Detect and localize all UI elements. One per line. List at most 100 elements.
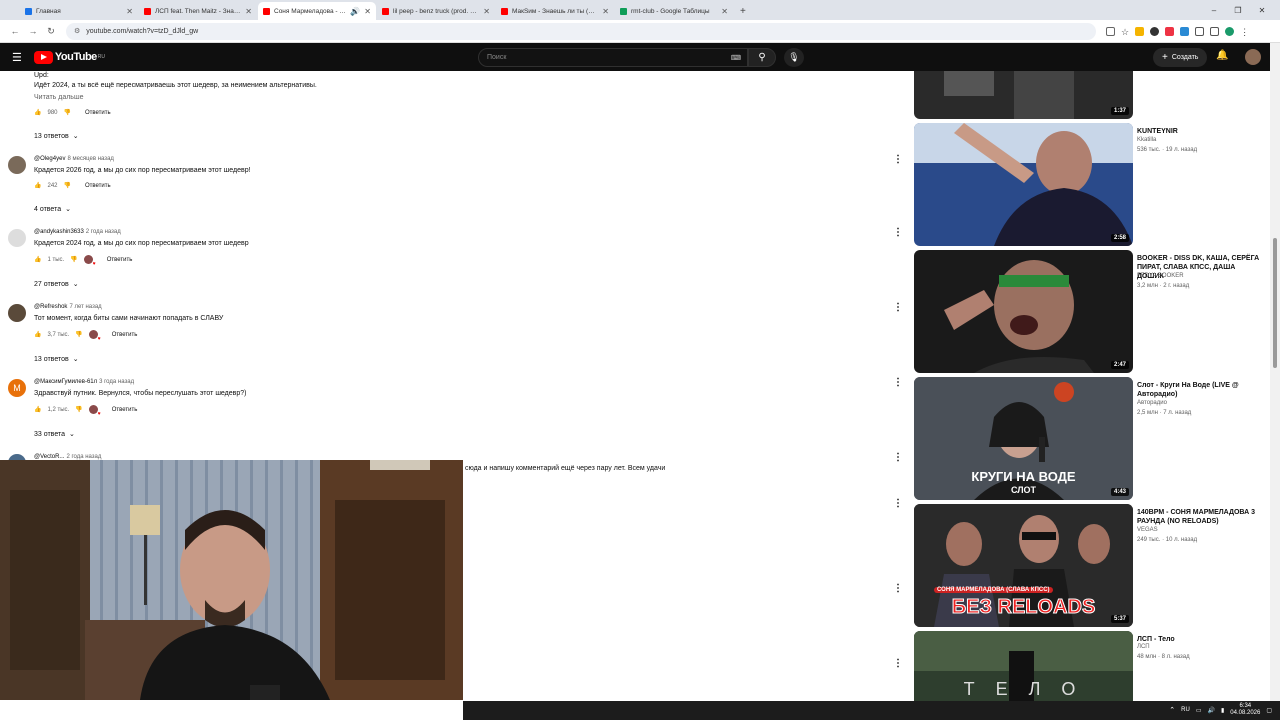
page-scrollbar[interactable]	[1270, 43, 1280, 701]
comment-age[interactable]: 8 месяцев назад	[67, 156, 113, 162]
extension-icon[interactable]	[1135, 26, 1145, 36]
related-video[interactable]: Т Е Л О ЛСП - Тело ЛСП 48 млн · 8 л. наз…	[914, 631, 1264, 701]
reply-button[interactable]: Ответить	[107, 257, 133, 263]
replies-toggle[interactable]: 4 ответа ⌄	[34, 205, 71, 214]
related-video[interactable]: КРУГИ НА ВОДЕ СЛОТ 4:43 Слот - Круги На …	[914, 377, 1264, 500]
reply-button[interactable]: Ответить	[85, 183, 111, 189]
channel-name[interactable]: Авторадио	[1137, 400, 1167, 406]
reply-button[interactable]: Ответить	[112, 332, 138, 338]
more-options-icon[interactable]: ⋮	[893, 498, 903, 509]
dislike-icon[interactable]: 👎	[64, 182, 71, 189]
language-indicator[interactable]: RU	[1181, 707, 1190, 713]
notifications-icon[interactable]: ▢	[1266, 707, 1272, 714]
close-tab-icon[interactable]: ✕	[245, 7, 252, 16]
extension-icon[interactable]	[1150, 26, 1160, 36]
close-window-button[interactable]: ✕	[1252, 6, 1272, 15]
close-tab-icon[interactable]: ✕	[483, 7, 490, 16]
comment-author[interactable]: @МаксимГумилев-61л	[34, 379, 97, 385]
dislike-icon[interactable]: 👎	[75, 331, 82, 338]
clock[interactable]: 6:34 04.08.2026	[1230, 703, 1260, 717]
avatar[interactable]	[8, 229, 26, 247]
video-title[interactable]: 140BPM - СОНЯ МАРМЕЛАДОВА 3 РАУНДА (NO R…	[1137, 508, 1262, 526]
avatar[interactable]	[8, 156, 26, 174]
search-button[interactable]: ⚲	[748, 48, 776, 67]
video-thumbnail[interactable]: Т Е Л О	[914, 631, 1133, 701]
video-thumbnail[interactable]: 2:47	[914, 250, 1133, 373]
comment-age[interactable]: 3 года назад	[99, 379, 134, 385]
browser-tab[interactable]: rmt-club - Google Таблицы ✕	[615, 2, 733, 20]
comment-author[interactable]: @andykashin3633	[34, 229, 84, 235]
video-thumbnail[interactable]: СОНЯ МАРМЕЛАДОВА (СЛАВА КПСС) БЕЗ RELOAD…	[914, 504, 1133, 627]
install-app-icon[interactable]	[1106, 26, 1115, 36]
site-info-icon[interactable]: ⚙	[74, 27, 80, 35]
close-tab-icon[interactable]: ✕	[364, 7, 371, 16]
new-tab-button[interactable]: +	[734, 2, 752, 20]
video-title[interactable]: ЛСП - Тело	[1137, 635, 1262, 644]
speaker-icon[interactable]: 🔊	[350, 7, 360, 16]
minimize-button[interactable]: –	[1204, 6, 1224, 15]
dislike-icon[interactable]: 👎	[64, 109, 71, 116]
video-title[interactable]: Слот - Круги На Воде (LIVE @ Авторадио)	[1137, 381, 1262, 399]
reply-button[interactable]: Ответить	[112, 407, 138, 413]
replies-toggle[interactable]: 13 ответов ⌄	[34, 132, 79, 141]
menu-icon[interactable]: ⋮	[1240, 27, 1249, 37]
dislike-icon[interactable]: 👎	[75, 406, 82, 413]
close-tab-icon[interactable]: ✕	[602, 7, 609, 16]
forward-icon[interactable]: →	[24, 26, 42, 36]
notifications-bell-icon[interactable]: 🔔	[1216, 50, 1228, 61]
read-more-link[interactable]: Читать дальше	[34, 94, 83, 101]
related-video[interactable]: 2:47 BOOKER - DISS DK, КАША, СЕРЁГА ПИРА…	[914, 250, 1264, 373]
replies-toggle[interactable]: 13 ответов ⌄	[34, 355, 79, 364]
more-options-icon[interactable]: ⋮	[893, 452, 903, 463]
puzzle-icon[interactable]	[1195, 26, 1205, 36]
profile-icon[interactable]	[1225, 26, 1235, 36]
search-input[interactable]: Поиск ⌨	[478, 48, 748, 67]
account-avatar[interactable]	[1245, 49, 1261, 65]
more-options-icon[interactable]: ⋮	[893, 154, 903, 165]
network-icon[interactable]: ▭	[1196, 707, 1202, 714]
keyboard-icon[interactable]: ⌨	[731, 54, 741, 62]
more-options-icon[interactable]: ⋮	[893, 583, 903, 594]
more-options-icon[interactable]: ⋮	[893, 377, 903, 388]
more-options-icon[interactable]: ⋮	[893, 302, 903, 313]
volume-icon[interactable]: 🔊	[1208, 707, 1215, 714]
channel-name[interactable]: VEGAS	[1137, 527, 1158, 533]
more-options-icon[interactable]: ⋮	[893, 227, 903, 238]
like-icon[interactable]: 👍	[34, 256, 41, 263]
video-title[interactable]: KUNTEYNIR	[1137, 127, 1262, 136]
comment-age[interactable]: 2 года назад	[86, 229, 121, 235]
like-icon[interactable]: 👍	[34, 182, 41, 189]
browser-tab[interactable]: Главная ✕	[20, 2, 138, 20]
url-input[interactable]: ⚙ youtube.com/watch?v=tzD_dJld_gw	[66, 22, 1096, 40]
close-tab-icon[interactable]: ✕	[721, 7, 728, 16]
maximize-button[interactable]: ❐	[1228, 6, 1248, 15]
back-icon[interactable]: ←	[6, 26, 24, 36]
related-video[interactable]: 1:37	[914, 71, 1264, 119]
like-icon[interactable]: 👍	[34, 109, 41, 116]
channel-name[interactable]: FEDYA BOOKER	[1137, 273, 1184, 279]
hamburger-menu-icon[interactable]: ☰	[12, 51, 22, 64]
bookmark-star-icon[interactable]: ☆	[1121, 27, 1129, 37]
browser-tab[interactable]: МакSим - Знаешь ли ты (Мат... ✕	[496, 2, 614, 20]
dislike-icon[interactable]: 👎	[70, 256, 77, 263]
browser-tab[interactable]: lil peep - benz truck (prod. sm... ✕	[377, 2, 495, 20]
avatar[interactable]	[8, 304, 26, 322]
video-thumbnail[interactable]: КРУГИ НА ВОДЕ СЛОТ 4:43	[914, 377, 1133, 500]
channel-name[interactable]: ЛСП	[1137, 644, 1150, 650]
related-video[interactable]: 2:58 KUNTEYNIR Kkatilla 536 тыс. · 19 л.…	[914, 123, 1264, 246]
scrollbar-thumb[interactable]	[1273, 238, 1277, 368]
video-thumbnail[interactable]: 2:58	[914, 123, 1133, 246]
replies-toggle[interactable]: 33 ответа ⌄	[34, 430, 75, 439]
browser-tab-active[interactable]: Соня Мармеладова - BAUS...🔊✕	[258, 2, 376, 20]
extension-icon[interactable]	[1165, 26, 1175, 36]
browser-tab[interactable]: ЛСП feat. Then Maitz - Знаешь...✕	[139, 2, 257, 20]
comment-author[interactable]: @Refreshok	[34, 304, 67, 310]
video-thumbnail[interactable]: 1:37	[914, 71, 1133, 119]
related-video[interactable]: СОНЯ МАРМЕЛАДОВА (СЛАВА КПСС) БЕЗ RELOAD…	[914, 504, 1264, 627]
create-button[interactable]: + Создать	[1153, 48, 1208, 67]
sidebar-icon[interactable]	[1210, 26, 1220, 36]
mic-button[interactable]: 🎙	[784, 48, 804, 67]
avatar[interactable]: М	[8, 379, 26, 397]
like-icon[interactable]: 👍	[34, 331, 41, 338]
like-icon[interactable]: 👍	[34, 406, 41, 413]
